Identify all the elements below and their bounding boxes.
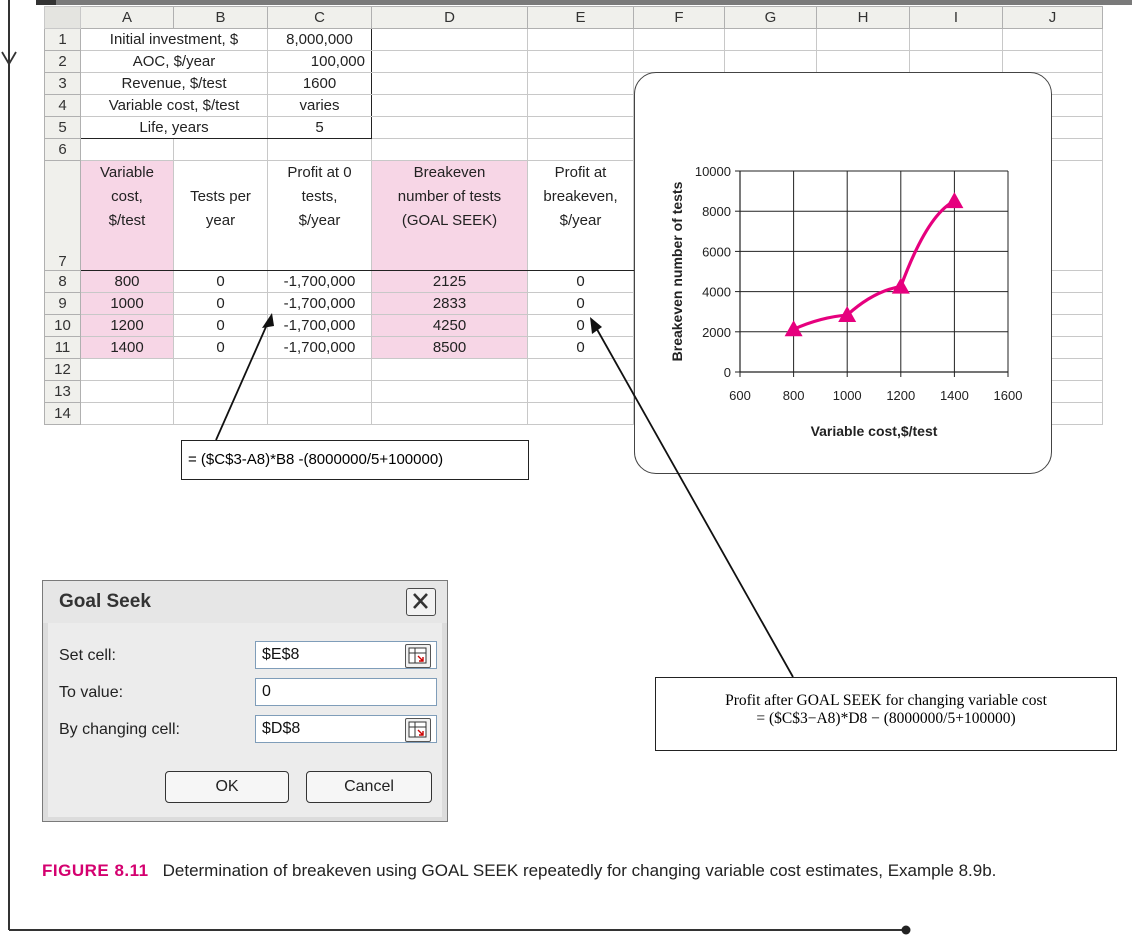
cancel-button[interactable]: Cancel xyxy=(306,771,432,803)
arrow-to-e8 xyxy=(593,323,794,678)
arrowhead-e8 xyxy=(590,317,602,334)
dialog-title: Goal Seek xyxy=(59,591,151,612)
by-changing-cell-label: By changing cell: xyxy=(59,721,180,738)
caption-text: Determination of breakeven using GOAL SE… xyxy=(162,861,997,880)
cell-reference-icon xyxy=(408,647,427,664)
arrow-to-c8 xyxy=(215,319,270,441)
callout-line-1: Profit after GOAL SEEK for changing vari… xyxy=(725,692,1047,709)
arrowhead-c8 xyxy=(262,313,274,328)
callout-line-2: = ($C$3−A8)*D8 − (8000000/5+100000) xyxy=(756,710,1016,727)
figure-caption: FIGURE 8.11 Determination of breakeven us… xyxy=(42,858,1102,884)
ok-button[interactable]: OK xyxy=(165,771,289,803)
dialog-body: Set cell: $E$8 To value: 0 By changing c… xyxy=(48,623,442,817)
collapse-dialog-button[interactable] xyxy=(405,644,431,668)
goal-seek-dialog: Goal Seek Set cell: $E$8 To value: 0 By … xyxy=(42,580,448,822)
close-icon xyxy=(413,593,428,609)
goal-seek-callout: Profit after GOAL SEEK for changing vari… xyxy=(655,677,1117,751)
dialog-titlebar[interactable]: Goal Seek xyxy=(43,581,447,623)
to-value-input[interactable]: 0 xyxy=(255,678,437,706)
collapse-dialog-button[interactable] xyxy=(405,718,431,742)
cell-reference-icon xyxy=(408,721,427,738)
to-value-label: To value: xyxy=(59,684,124,701)
set-cell-label: Set cell: xyxy=(59,647,116,664)
close-button[interactable] xyxy=(406,588,436,616)
figure-number: FIGURE 8.11 xyxy=(42,861,149,880)
